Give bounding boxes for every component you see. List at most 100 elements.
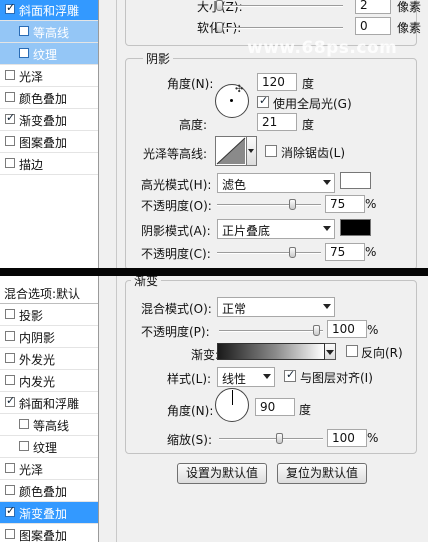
scale-input[interactable]: 100 <box>327 429 367 447</box>
style-checkbox[interactable] <box>5 1 15 14</box>
sidebar-style-item[interactable]: 光泽 <box>0 65 98 87</box>
sidebar-style-item[interactable]: 颜色叠加 <box>0 87 98 109</box>
angle-needle <box>232 390 233 405</box>
size-slider-thumb[interactable] <box>216 0 223 11</box>
gradient-group-title: 渐变 <box>131 276 162 289</box>
sidebar-style-item[interactable]: 斜面和浮雕 <box>0 0 98 21</box>
sidebar-style-item[interactable]: 渐变叠加 <box>0 502 98 524</box>
sidebar-style-item[interactable]: 投影 <box>0 304 98 326</box>
sidebar-item-label: 颜色叠加 <box>19 92 68 106</box>
screenshot-separator <box>0 268 428 276</box>
highlight-color-swatch[interactable] <box>340 172 371 189</box>
shadow-opacity-input[interactable]: 75 <box>325 243 365 261</box>
style-checkbox[interactable] <box>5 463 15 473</box>
style-checkbox[interactable] <box>5 375 15 385</box>
shadow-color-swatch[interactable] <box>340 219 371 236</box>
gradient-angle-input[interactable]: 90 <box>255 398 295 416</box>
make-default-button[interactable]: 设置为默认值 <box>177 463 267 484</box>
sidebar-item-label: 纹理 <box>33 441 58 455</box>
gradient-dropdown[interactable] <box>325 343 336 360</box>
style-checkbox[interactable] <box>5 70 15 80</box>
style-checkbox[interactable] <box>5 485 15 495</box>
style-checkbox[interactable] <box>5 136 15 146</box>
style-checkbox[interactable] <box>5 331 15 341</box>
scale-slider-track[interactable] <box>219 438 323 440</box>
gradient-angle-dial[interactable] <box>215 388 249 422</box>
soften-unit: 像素 <box>397 21 422 35</box>
opacity-slider-thumb[interactable] <box>313 325 320 336</box>
sidebar-style-item[interactable]: 渐变叠加 <box>0 109 98 131</box>
gradient-preview[interactable] <box>217 343 325 360</box>
style-checkbox[interactable] <box>19 48 29 58</box>
style-checkbox[interactable] <box>5 111 15 124</box>
sidebar-item-label: 外发光 <box>19 353 56 367</box>
angle-input[interactable]: 120 <box>257 73 297 91</box>
blend-mode-select[interactable]: 正常 <box>217 297 335 317</box>
gradient-overlay-content: 渐变 混合模式(O): 正常 不透明度(P): 100 % 渐变: 反向(R) … <box>116 276 428 542</box>
highlight-opacity-input[interactable]: 75 <box>325 195 365 213</box>
opacity-slider-track[interactable] <box>219 330 323 332</box>
sidebar-style-item[interactable]: 等高线 <box>0 21 98 43</box>
blending-options-item[interactable]: 混合选项:默认 <box>0 282 98 304</box>
style-label: 样式(L): <box>167 372 212 386</box>
shadow-mode-select[interactable]: 正片叠底 <box>217 219 335 239</box>
style-checkbox[interactable] <box>5 529 15 539</box>
align-with-layer-checkbox[interactable] <box>284 368 296 382</box>
reverse-checkbox[interactable] <box>346 345 358 357</box>
highlight-opacity-thumb[interactable] <box>289 199 296 210</box>
scale-slider-thumb[interactable] <box>276 433 283 444</box>
sidebar-style-item[interactable]: 斜面和浮雕 <box>0 392 98 414</box>
opacity-label: 不透明度(P): <box>141 325 210 339</box>
shadow-opacity-label: 不透明度(C): <box>141 247 211 261</box>
sidebar-style-item[interactable]: 内发光 <box>0 370 98 392</box>
antialias-checkbox[interactable] <box>265 145 277 157</box>
scale-label: 缩放(S): <box>167 433 213 447</box>
opacity-input[interactable]: 100 <box>327 320 367 338</box>
size-slider-track[interactable] <box>219 5 343 7</box>
sidebar-style-item[interactable]: 图案叠加 <box>0 524 98 542</box>
gradient-angle-label: 角度(N): <box>167 404 214 418</box>
gloss-contour-label: 光泽等高线: <box>143 147 208 161</box>
sidebar-style-item[interactable]: 图案叠加 <box>0 131 98 153</box>
sidebar-item-label: 渐变叠加 <box>19 507 68 521</box>
shadow-opacity-thumb[interactable] <box>289 247 296 258</box>
altitude-input[interactable]: 21 <box>257 113 297 131</box>
gradient-angle-unit: 度 <box>299 403 312 417</box>
highlight-opacity-label: 不透明度(O): <box>141 199 212 213</box>
soften-slider-track[interactable] <box>219 27 343 29</box>
highlight-mode-label: 高光模式(H): <box>141 178 212 192</box>
gloss-contour-dropdown[interactable] <box>247 136 257 166</box>
opacity-percent: % <box>367 323 379 337</box>
sidebar-style-item[interactable]: 光泽 <box>0 458 98 480</box>
sidebar-style-item[interactable]: 纹理 <box>0 436 98 458</box>
sidebar-style-item[interactable]: 描边 <box>0 153 98 175</box>
shadow-opacity-track[interactable] <box>217 252 321 254</box>
sidebar-style-item[interactable]: 内阴影 <box>0 326 98 348</box>
gloss-contour-preview[interactable] <box>215 136 247 166</box>
sidebar-item-label: 渐变叠加 <box>19 114 68 128</box>
highlight-mode-value: 滤色 <box>222 178 247 192</box>
sidebar-style-item[interactable]: 外发光 <box>0 348 98 370</box>
style-checkbox[interactable] <box>5 394 15 407</box>
style-select[interactable]: 线性 <box>217 367 275 387</box>
sidebar-item-label: 等高线 <box>33 26 70 40</box>
sidebar-style-item[interactable]: 纹理 <box>0 43 98 65</box>
style-checkbox[interactable] <box>19 26 29 36</box>
style-checkbox[interactable] <box>19 441 29 451</box>
global-light-checkbox[interactable] <box>257 94 269 108</box>
sidebar-style-item[interactable]: 颜色叠加 <box>0 480 98 502</box>
highlight-mode-select[interactable]: 滤色 <box>217 173 335 193</box>
soften-slider-thumb[interactable] <box>216 22 223 33</box>
style-checkbox[interactable] <box>5 353 15 363</box>
style-checkbox[interactable] <box>19 419 29 429</box>
style-checkbox[interactable] <box>5 309 15 319</box>
sidebar-style-item[interactable]: 等高线 <box>0 414 98 436</box>
highlight-opacity-track[interactable] <box>217 204 321 206</box>
angle-dial[interactable] <box>215 84 249 118</box>
size-input[interactable]: 2 <box>355 0 391 14</box>
reset-default-button[interactable]: 复位为默认值 <box>277 463 367 484</box>
style-checkbox[interactable] <box>5 92 15 102</box>
style-checkbox[interactable] <box>5 504 15 517</box>
style-checkbox[interactable] <box>5 158 15 168</box>
soften-input[interactable]: 0 <box>355 17 391 35</box>
